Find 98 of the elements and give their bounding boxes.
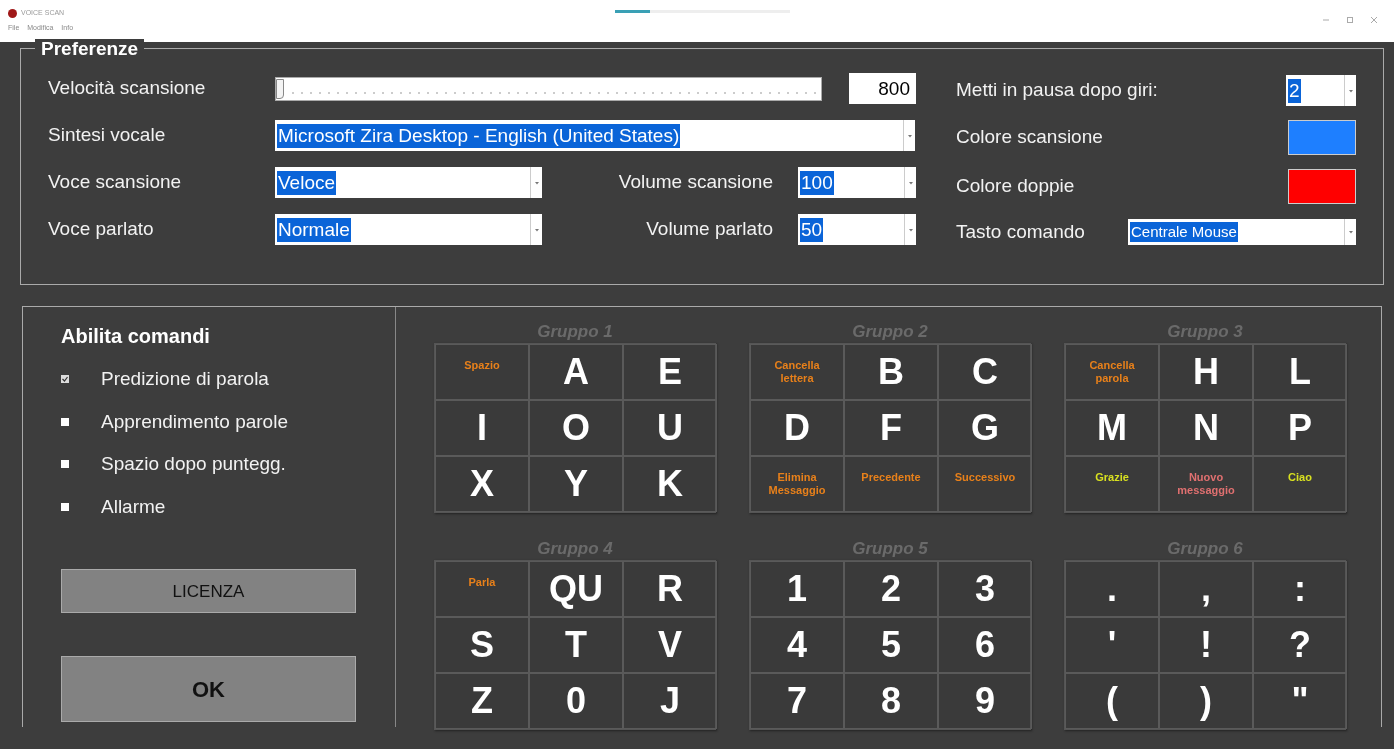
field-label: Volume scansione [618,170,773,195]
key-cell[interactable]: C [938,344,1032,400]
key-cell[interactable]: U [623,400,717,456]
checkbox[interactable] [61,417,69,426]
section-title: Abilita comandi [61,324,211,349]
caret-icon [534,227,539,232]
key-cell[interactable]: Spazio [435,344,529,400]
dropdown[interactable]: Microsoft Zira Desktop - English (United States) [275,120,915,151]
key-cell[interactable]: ( [1065,673,1159,729]
key-cell[interactable]: QU [529,561,623,617]
dropdown[interactable]: Centrale Mouse [1128,219,1356,246]
checkbox[interactable] [61,460,69,469]
key-cell[interactable]: ) [1159,673,1253,729]
key-cell[interactable]: 5 [844,617,938,673]
ok-button[interactable]: OK [61,656,356,722]
caret-icon [908,180,913,185]
key-cell[interactable]: E [623,344,717,400]
minimize-icon [1322,16,1330,24]
key-cell[interactable]: Cancella parola [1065,344,1159,400]
key-cell[interactable]: Grazie [1065,456,1159,512]
checkbox-label: Allarme [101,494,166,519]
key-cell[interactable]: 3 [938,561,1032,617]
key-cell[interactable]: X [435,456,529,512]
key-cell[interactable]: O [529,400,623,456]
key-cell[interactable]: N [1159,400,1253,456]
checkbox-label: Spazio dopo puntegg. [101,452,286,476]
field-label: Voce scansione [48,170,183,195]
maximize-icon [1346,16,1354,24]
dropdown[interactable]: Veloce [275,167,542,198]
key-cell[interactable]: 8 [844,673,938,729]
checkbox-label: Predizione di parola [101,367,269,391]
key-cell[interactable]: I [435,400,529,456]
close-icon [1370,16,1378,24]
key-cell[interactable]: 1 [750,561,844,617]
key-cell[interactable]: : [1253,561,1347,617]
spin-field[interactable]: 2 [1286,75,1356,106]
key-cell[interactable]: B [844,344,938,400]
key-cell[interactable]: . [1065,561,1159,617]
field-label: Volume parlato [646,217,773,242]
key-cell[interactable]: K [623,456,717,512]
key-cell[interactable]: Ciao [1253,456,1347,512]
field-label: Tasto comando [956,220,1085,244]
color-swatch[interactable] [1288,169,1356,204]
key-cell[interactable]: D [750,400,844,456]
check-icon [62,376,68,383]
key-cell[interactable]: F [844,400,938,456]
app-logo-icon [8,8,17,18]
key-cell[interactable]: , [1159,561,1253,617]
key-cell[interactable]: S [435,617,529,673]
field-label: Velocità scansione [48,76,207,101]
key-cell[interactable]: " [1253,673,1347,729]
spin-field[interactable]: 50 [798,214,916,245]
number-field[interactable]: 800 [849,73,916,104]
key-cell[interactable]: ' [1065,617,1159,673]
key-cell[interactable]: Successivo [938,456,1032,512]
caret-icon [1348,230,1353,235]
spin-field[interactable]: 100 [798,167,916,198]
key-cell[interactable]: Cancella lettera [750,344,844,400]
key-cell[interactable]: 9 [938,673,1032,729]
color-swatch[interactable] [1288,120,1356,155]
key-cell[interactable]: ! [1159,617,1253,673]
key-cell[interactable]: ? [1253,617,1347,673]
key-cell[interactable]: Precedente [844,456,938,512]
key-cell[interactable]: J [623,673,717,729]
caret-icon [1348,88,1353,93]
field-label: Colore scansione [956,125,1103,150]
field-label: Voce parlato [48,217,155,242]
key-cell[interactable]: V [623,617,717,673]
key-cell[interactable]: Parla [435,561,529,617]
slider-thumb[interactable] [276,78,284,99]
checkbox-label: Apprendimento parole [101,409,288,434]
caret-icon [907,133,912,138]
field-label: Metti in pausa dopo giri: [956,78,1158,103]
key-cell[interactable]: G [938,400,1032,456]
key-cell[interactable]: 6 [938,617,1032,673]
key-cell[interactable]: Elimina Messaggio [750,456,844,512]
key-cell[interactable]: M [1065,400,1159,456]
caret-icon [534,180,539,185]
key-cell[interactable]: L [1253,344,1347,400]
key-cell[interactable]: Z [435,673,529,729]
key-cell[interactable]: T [529,617,623,673]
key-cell[interactable]: 2 [844,561,938,617]
key-cell[interactable]: Nuovo messaggio [1159,456,1253,512]
key-cell[interactable]: Y [529,456,623,512]
dropdown[interactable]: Normale [275,214,542,245]
key-cell[interactable]: P [1253,400,1347,456]
license-button[interactable]: LICENZA [61,569,356,613]
key-cell[interactable]: 0 [529,673,623,729]
checkbox[interactable] [61,502,69,511]
key-cell[interactable]: R [623,561,717,617]
caret-icon [908,227,913,232]
field-label: Colore doppie [956,174,1075,199]
checkbox[interactable] [61,375,69,384]
key-cell[interactable]: A [529,344,623,400]
key-cell[interactable]: 7 [750,673,844,729]
key-cell[interactable]: H [1159,344,1253,400]
key-cell[interactable]: 4 [750,617,844,673]
field-label: Sintesi vocale [48,123,167,148]
